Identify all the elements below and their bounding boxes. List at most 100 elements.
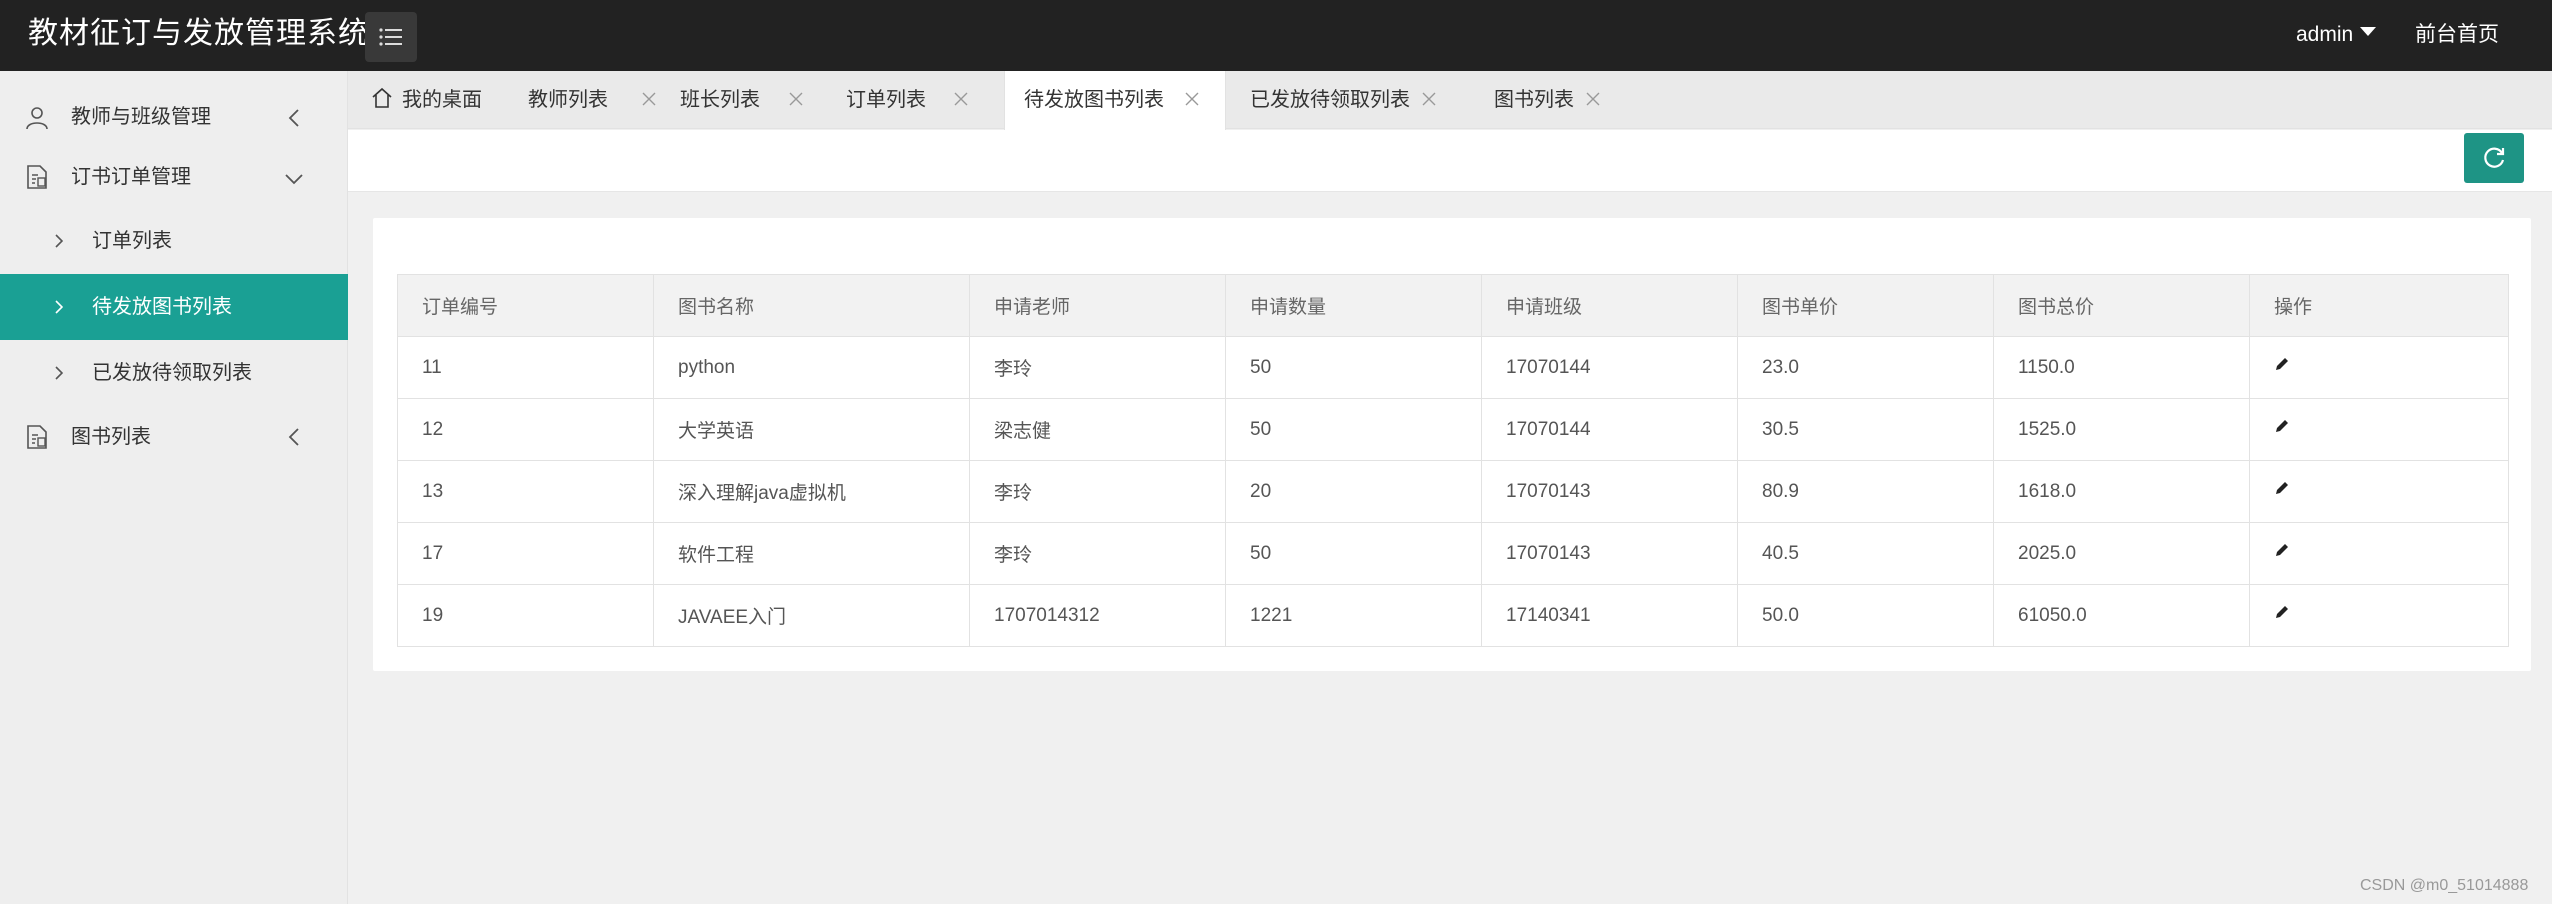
edit-icon[interactable] [2274,418,2290,440]
table-cell: 2025.0 [1993,522,2250,585]
column-header: 操作 [2249,274,2509,337]
refresh-icon [2484,147,2505,168]
close-icon[interactable] [642,92,656,111]
table-row: 17 软件工程 李玲 50 17070143 40.5 2025.0 [397,522,2509,585]
table-cell: 50 [1225,336,1482,399]
chevron-right-icon [55,366,64,385]
column-header: 图书总价 [1993,274,2250,337]
table-cell: 17070143 [1481,522,1738,585]
table-cell: 17070144 [1481,336,1738,399]
sidebar-item-teacher-class[interactable]: 教师与班级管理 [0,85,348,149]
top-header: 教材征订与发放管理系统 admin 前台首页 [0,0,2552,71]
table-cell: 19 [397,584,654,647]
table-cell: 李玲 [969,460,1226,523]
table-cell: 17140341 [1481,584,1738,647]
table-row: 19 JAVAEE入门 1707014312 1221 17140341 50.… [397,584,2509,647]
sidebar-item-label: 订单列表 [92,230,172,252]
watermark: CSDN @m0_51014888 [2360,877,2529,894]
column-header: 申请老师 [969,274,1226,337]
table-cell: 20 [1225,460,1482,523]
edit-icon[interactable] [2274,356,2290,378]
tab-monitor-list[interactable]: 班长列表 [666,71,832,129]
column-header: 图书单价 [1737,274,1994,337]
chevron-down-icon [285,172,303,190]
close-icon[interactable] [789,92,803,111]
list-icon [379,28,402,46]
column-header: 图书名称 [653,274,970,337]
table-cell: 李玲 [969,522,1226,585]
action-cell [2249,522,2509,585]
action-cell [2249,336,2509,399]
refresh-button[interactable] [2464,133,2524,183]
chevron-left-icon [288,428,300,451]
table-cell: 大学英语 [653,398,970,461]
toolbar [348,130,2552,192]
close-icon[interactable] [1185,92,1199,111]
table-cell: 23.0 [1737,336,1994,399]
chevron-right-icon [55,300,64,319]
pending-books-table: 订单编号 图书名称 申请老师 申请数量 申请班级 图书单价 图书总价 操作 11… [397,274,2509,647]
tab-order-list[interactable]: 订单列表 [832,71,998,129]
table-cell: python [653,336,970,399]
close-icon[interactable] [954,92,968,111]
table-cell: 17070143 [1481,460,1738,523]
table-cell: 深入理解java虚拟机 [653,460,970,523]
table-cell: 17 [397,522,654,585]
tab-label: 待发放图书列表 [1024,89,1164,111]
document-icon [26,425,48,454]
edit-icon[interactable] [2274,604,2290,626]
sidebar-item-order-list[interactable]: 订单列表 [0,209,348,273]
sidebar-item-label: 教师与班级管理 [71,106,211,128]
table-header-row: 订单编号 图书名称 申请老师 申请数量 申请班级 图书单价 图书总价 操作 [397,274,2509,337]
table-cell: 61050.0 [1993,584,2250,647]
chevron-right-icon [55,234,64,253]
chevron-left-icon [288,109,300,132]
action-cell [2249,460,2509,523]
edit-icon[interactable] [2274,480,2290,502]
table-cell: 1707014312 [969,584,1226,647]
column-header: 订单编号 [397,274,654,337]
column-header: 申请数量 [1225,274,1482,337]
tab-book-list[interactable]: 图书列表 [1464,71,1624,129]
tab-label: 图书列表 [1494,89,1574,111]
tab-label: 班长列表 [680,89,760,111]
table-cell: 软件工程 [653,522,970,585]
tab-label: 订单列表 [846,89,926,111]
table-cell: 50 [1225,398,1482,461]
table-row: 11 python 李玲 50 17070144 23.0 1150.0 [397,336,2509,399]
table-cell: 40.5 [1737,522,1994,585]
user-menu[interactable]: admin [2296,20,2353,50]
tab-teacher-list[interactable]: 教师列表 [500,71,666,129]
tab-issued-list[interactable]: 已发放待领取列表 [1228,71,1464,129]
table-cell: JAVAEE入门 [653,584,970,647]
tab-desktop[interactable]: 我的桌面 [348,71,500,129]
edit-icon[interactable] [2274,542,2290,564]
sidebar: 教师与班级管理 订书订单管理 订单列表 待发放图书列表 已发放待领取列表 图书列… [0,71,348,904]
app-title: 教材征订与发放管理系统 [28,17,369,50]
caret-down-icon[interactable] [2360,27,2376,36]
table-cell: 1618.0 [1993,460,2250,523]
column-header: 申请班级 [1481,274,1738,337]
close-icon[interactable] [1586,92,1600,111]
sidebar-item-order-management[interactable]: 订书订单管理 [0,145,348,209]
tab-pending-books[interactable]: 待发放图书列表 [1004,71,1226,131]
table-cell: 梁志健 [969,398,1226,461]
action-cell [2249,584,2509,647]
document-icon [26,165,48,194]
table-cell: 1525.0 [1993,398,2250,461]
close-icon[interactable] [1422,92,1436,111]
table-cell: 12 [397,398,654,461]
table-row: 12 大学英语 梁志健 50 17070144 30.5 1525.0 [397,398,2509,461]
sidebar-item-issued-list[interactable]: 已发放待领取列表 [0,341,348,405]
sidebar-item-pending-books[interactable]: 待发放图书列表 [0,274,348,340]
table-cell: 50.0 [1737,584,1994,647]
tab-bar: 我的桌面 教师列表 班长列表 订单列表 待发放图书列表 已发放待领取列表 图书列… [348,71,2552,131]
menu-toggle-button[interactable] [365,12,417,62]
table-cell: 13 [397,460,654,523]
table-cell: 50 [1225,522,1482,585]
sidebar-item-book-list[interactable]: 图书列表 [0,405,348,469]
action-cell [2249,398,2509,461]
home-link[interactable]: 前台首页 [2415,20,2499,50]
table-cell: 80.9 [1737,460,1994,523]
tab-label: 已发放待领取列表 [1250,89,1410,111]
